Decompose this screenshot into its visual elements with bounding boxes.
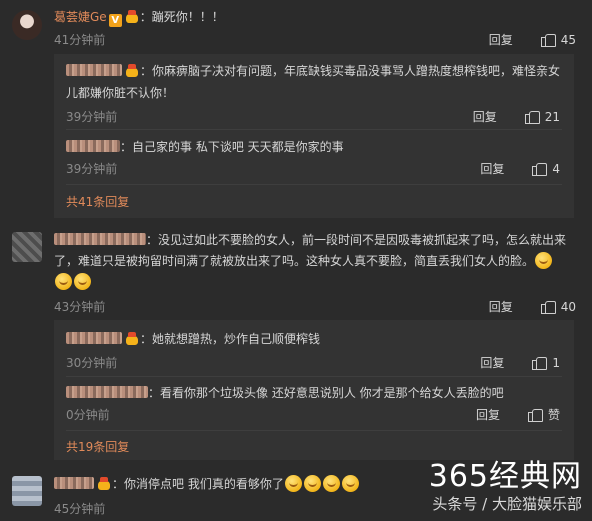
like-count: 1 [552, 355, 560, 370]
comment-text: 你消停点吧 我们真的看够你了 [124, 477, 284, 491]
colon: ： [140, 64, 153, 78]
comment-text: 蹦死你！！！ [151, 10, 224, 24]
comment-actions: 回复 45 [489, 31, 576, 48]
like-count: 45 [560, 32, 576, 47]
reply-item: ：看看你那个垃圾头像 还好意思说别人 你才是那个给女人丢脸的吧 0分钟前 回复 赞 [54, 380, 574, 426]
divider [66, 129, 562, 130]
reply-button[interactable]: 回复 [476, 406, 500, 423]
username[interactable]: 葛荟婕Ge [54, 10, 107, 24]
colon: ： [148, 386, 161, 400]
reply-actions: 回复 4 [480, 160, 560, 177]
blurred-username[interactable] [54, 233, 146, 245]
reply-actions: 回复 1 [480, 354, 560, 371]
like-count: 赞 [547, 408, 560, 422]
watermark: 365经典网 头条号 / 大脸猫娱乐部 [347, 460, 582, 518]
blurred-username[interactable] [66, 332, 122, 344]
thumbs-up-icon[interactable] [527, 408, 543, 422]
divider [66, 376, 562, 377]
emoji-icon [535, 252, 553, 269]
reply-item: ：她就想蹭热，炒作自己顺便榨钱 30分钟前 回复 1 [54, 326, 574, 372]
avatar[interactable] [12, 232, 42, 262]
reply-time: 30分钟前 [66, 356, 118, 370]
thumbs-up-icon[interactable] [532, 162, 548, 176]
reply-time: 0分钟前 [66, 408, 110, 422]
reply-actions: 回复 赞 [476, 406, 560, 423]
replies-panel: ：她就想蹭热，炒作自己顺便榨钱 30分钟前 回复 1 ：看看你那个垃圾头像 还好意… [54, 320, 574, 460]
reply-body: ：你麻痹脑子决对有问题，年底缺钱买毒品没事骂人蹭热度想榨钱吧，难怪亲女儿都嫌你脏… [66, 60, 562, 104]
replies-panel: ：你麻痹脑子决对有问题，年底缺钱买毒品没事骂人蹭热度想榨钱吧，难怪亲女儿都嫌你脏… [54, 54, 574, 218]
comment-time: 41分钟前 [54, 33, 106, 47]
reply-item: ：自己家的事 私下谈吧 天天都是你家的事 39分钟前 回复 4 [54, 134, 574, 180]
like-count: 4 [552, 161, 560, 176]
more-replies-link[interactable]: 共19条回复 [66, 438, 129, 455]
reply-body: ：自己家的事 私下谈吧 天天都是你家的事 [66, 136, 562, 158]
divider [66, 430, 562, 431]
vip-crown-icon [124, 332, 140, 345]
reply-text: 自己家的事 私下谈吧 天天都是你家的事 [132, 140, 344, 154]
reply-body: ：她就想蹭热，炒作自己顺便榨钱 [66, 328, 562, 350]
reply-item: ：你麻痹脑子决对有问题，年底缺钱买毒品没事骂人蹭热度想榨钱吧，难怪亲女儿都嫌你脏… [54, 58, 574, 124]
reply-time: 39分钟前 [66, 110, 118, 124]
avatar[interactable] [12, 476, 42, 506]
emoji-icon [55, 273, 72, 290]
thumbs-up-icon[interactable] [524, 110, 540, 124]
watermark-source: 头条号 / 大脸猫娱乐部 [432, 495, 582, 513]
emoji-icon [322, 475, 340, 492]
emoji-icon [303, 475, 321, 492]
colon: ： [120, 140, 133, 154]
comment-body: 葛荟婕Ge V ：蹦死你！！！ [54, 7, 576, 28]
divider [66, 184, 562, 185]
avatar[interactable] [12, 10, 42, 40]
thumbs-up-icon[interactable] [540, 300, 556, 314]
emoji-icon [284, 475, 302, 492]
vip-crown-icon [96, 477, 112, 490]
reply-text: 她就想蹭热，炒作自己顺便榨钱 [152, 332, 321, 346]
blurred-username[interactable] [54, 477, 94, 489]
comment-time: 45分钟前 [54, 502, 106, 516]
reply-button[interactable]: 回复 [489, 31, 513, 48]
reply-button[interactable]: 回复 [480, 354, 504, 371]
more-replies-link[interactable]: 共41条回复 [66, 193, 129, 210]
comment-time: 43分钟前 [54, 300, 106, 314]
like-count: 40 [560, 299, 576, 314]
reply-button[interactable]: 回复 [489, 298, 513, 315]
colon: ： [146, 233, 159, 247]
vip-crown-icon [124, 64, 140, 77]
emoji-icon [74, 273, 91, 290]
reply-button[interactable]: 回复 [473, 108, 497, 125]
reply-time: 39分钟前 [66, 162, 118, 176]
reply-button[interactable]: 回复 [480, 160, 504, 177]
comment-actions: 回复 40 [489, 298, 576, 315]
colon: ： [112, 477, 125, 491]
colon: ： [140, 332, 153, 346]
reply-body: ：看看你那个垃圾头像 还好意思说别人 你才是那个给女人丢脸的吧 [66, 382, 562, 404]
verified-icon: V [108, 14, 122, 27]
comment-body: ：没见过如此不要脸的女人，前一段时间不是因吸毒被抓起来了吗，怎么就出来了，难道只… [54, 230, 576, 293]
like-count: 21 [544, 109, 560, 124]
colon: ： [139, 10, 152, 24]
reply-text: 看看你那个垃圾头像 还好意思说别人 你才是那个给女人丢脸的吧 [160, 386, 504, 400]
thumbs-up-icon[interactable] [532, 356, 548, 370]
watermark-brand: 365经典网 [428, 459, 582, 494]
blurred-username[interactable] [66, 386, 148, 398]
blurred-username[interactable] [66, 140, 120, 152]
blurred-username[interactable] [66, 64, 122, 76]
vip-crown-icon [124, 10, 140, 23]
thumbs-up-icon[interactable] [540, 33, 556, 47]
reply-actions: 回复 21 [473, 108, 560, 125]
